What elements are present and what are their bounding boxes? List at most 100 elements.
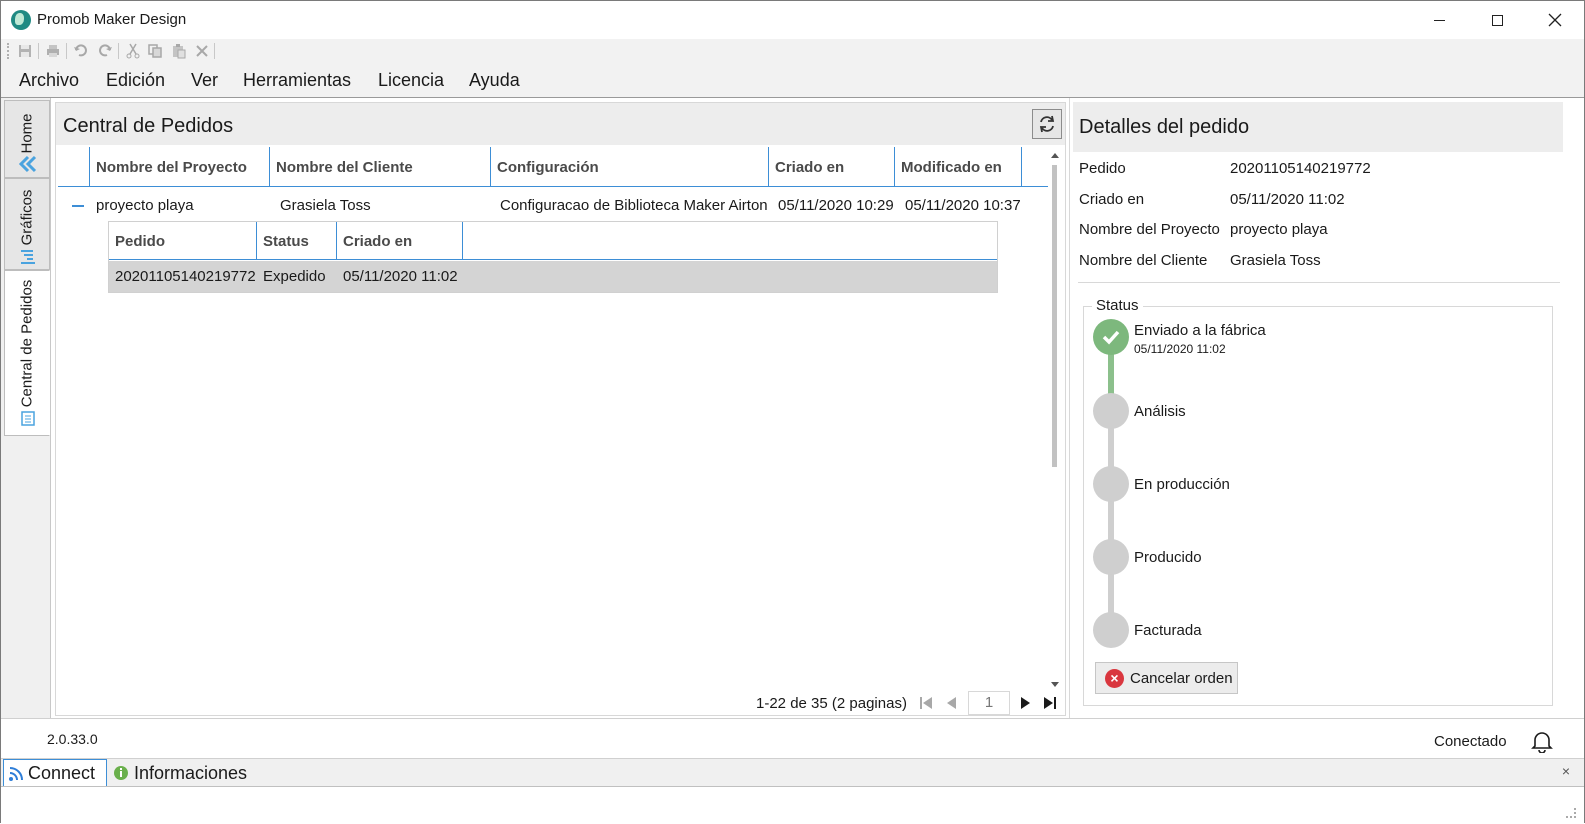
pager: 1-22 de 35 (2 paginas) 1 [56,687,1065,717]
version-label: 2.0.33.0 [47,731,98,747]
bar-chart-icon [21,250,35,264]
cut-icon[interactable] [125,43,141,59]
minimize-button[interactable] [1410,1,1468,39]
next-page-icon[interactable] [1018,695,1034,711]
column-header-proyecto[interactable]: Nombre del Proyecto [90,147,270,187]
field-label-criado: Criado en [1079,191,1145,208]
cell-sub-criado: 05/11/2020 11:02 [343,268,458,285]
status-step-produccion: En producción [1134,476,1230,493]
cell-configuracion: Configuracao de Biblioteca Maker Airton [500,197,768,214]
cell-status: Expedido [263,268,326,285]
status-step-producido: Producido [1134,549,1202,566]
column-header-cliente[interactable]: Nombre del Cliente [270,147,491,187]
tab-connect[interactable]: Connect [3,759,107,787]
orders-grid-header: Nombre del Proyecto Nombre del Cliente C… [58,147,1048,187]
copy-icon[interactable] [147,43,163,59]
status-step-enviado-date: 05/11/2020 11:02 [1134,342,1226,356]
column-header-configuracion[interactable]: Configuración [491,147,769,187]
table-row[interactable]: proyecto playa Grasiela Toss Configuraca… [58,189,1048,221]
close-icon [1548,13,1562,27]
print-icon[interactable] [45,43,61,59]
check-icon [1102,330,1120,345]
tab-informaciones-label: Informaciones [134,762,248,783]
vertical-scrollbar[interactable] [1049,147,1061,687]
menu-archivo[interactable]: Archivo [19,70,79,91]
tab-graficos[interactable]: Gráficos [4,178,50,270]
dock-close-icon[interactable]: × [1562,763,1570,779]
refresh-button[interactable] [1032,109,1062,139]
cancel-order-button[interactable]: × Cancelar orden [1095,662,1238,694]
tab-home[interactable]: Home [4,100,50,178]
order-detail-subgrid: Pedido Status Criado en 2020110514021977… [108,221,998,293]
column-header-sub-criado[interactable]: Criado en [337,222,463,260]
cell-criado: 05/11/2020 10:29 [778,197,894,214]
cancel-icon: × [1105,669,1124,688]
scroll-thumb[interactable] [1052,165,1057,467]
title-bar: Promob Maker Design [1,1,1584,39]
status-group: Status Enviado a la fábrica 05/11/2020 1… [1083,297,1553,706]
home-arrow-icon [19,155,37,173]
previous-page-icon[interactable] [943,695,959,711]
toolbar [1,39,1584,63]
undo-icon[interactable] [73,43,89,59]
status-legend: Status [1092,297,1143,314]
menu-edicion[interactable]: Edición [106,70,165,91]
save-icon[interactable] [17,43,33,59]
resize-grip-icon[interactable] [1566,808,1576,818]
menu-bar: Archivo Edición Ver Herramientas Licenci… [1,63,1584,97]
column-header-pedido[interactable]: Pedido [109,222,257,260]
column-header-criado[interactable]: Criado en [769,147,895,187]
column-header-modificado[interactable]: Modificado en [895,147,1022,187]
orders-icon [21,411,35,426]
tab-graficos-label: Gráficos [18,189,36,246]
tab-informaciones[interactable]: Informaciones [109,759,269,787]
app-logo-icon [11,10,31,30]
menu-ver[interactable]: Ver [191,70,218,91]
side-tab-strip: Home Gráficos Central de Pedidos [1,98,51,718]
tab-central-label: Central de Pedidos [18,279,36,408]
paste-icon[interactable] [171,43,187,59]
notification-bell-icon[interactable] [1531,729,1553,753]
field-label-pedido: Pedido [1079,160,1126,177]
dock-content-area [1,786,1584,824]
toolbar-separator [118,43,119,59]
cell-proyecto: proyecto playa [96,197,194,214]
table-row-selected[interactable]: 20201105140219772 Expedido 05/11/2020 11… [109,261,997,292]
toolbar-separator [38,43,39,59]
maximize-button[interactable] [1468,1,1526,39]
page-number-input[interactable]: 1 [968,691,1010,715]
info-icon [114,766,128,780]
column-header-status[interactable]: Status [257,222,337,260]
toolbar-grip[interactable] [7,43,9,59]
status-step-facturada: Facturada [1134,622,1202,639]
tab-connect-label: Connect [28,763,96,783]
cell-modificado: 05/11/2020 10:37 [905,197,1021,214]
field-label-proyecto: Nombre del Proyecto [1079,221,1220,238]
delete-icon[interactable] [194,43,210,59]
orders-panel-header: Central de Pedidos [56,103,1065,145]
order-details-panel: Detalles del pedido Pedido 2020110514021… [1069,98,1565,718]
toolbar-separator [214,43,215,59]
status-step-pending-icon [1093,466,1129,502]
cell-cliente: Grasiela Toss [280,197,371,214]
connection-status: Conectado [1434,733,1507,750]
field-value-cliente: Grasiela Toss [1230,252,1321,269]
status-step-pending-icon [1093,539,1129,575]
close-button[interactable] [1526,1,1584,39]
maximize-icon [1491,14,1503,26]
last-page-icon[interactable] [1042,695,1058,711]
pager-summary: 1-22 de 35 (2 paginas) [756,695,907,712]
scroll-up-icon[interactable] [1051,153,1059,158]
window-title: Promob Maker Design [37,11,187,28]
redo-icon[interactable] [97,43,113,59]
menu-ayuda[interactable]: Ayuda [469,70,520,91]
tab-central-de-pedidos[interactable]: Central de Pedidos [4,270,50,436]
first-page-icon[interactable] [918,695,934,711]
menu-herramientas[interactable]: Herramientas [243,70,351,91]
collapse-icon[interactable] [72,205,84,207]
status-step-pending-icon [1093,393,1129,429]
orders-panel: Central de Pedidos Nombre del Proyecto N… [51,98,1066,718]
minimize-icon [1433,19,1445,21]
menu-licencia[interactable]: Licencia [378,70,444,91]
field-value-proyecto: proyecto playa [1230,221,1328,238]
